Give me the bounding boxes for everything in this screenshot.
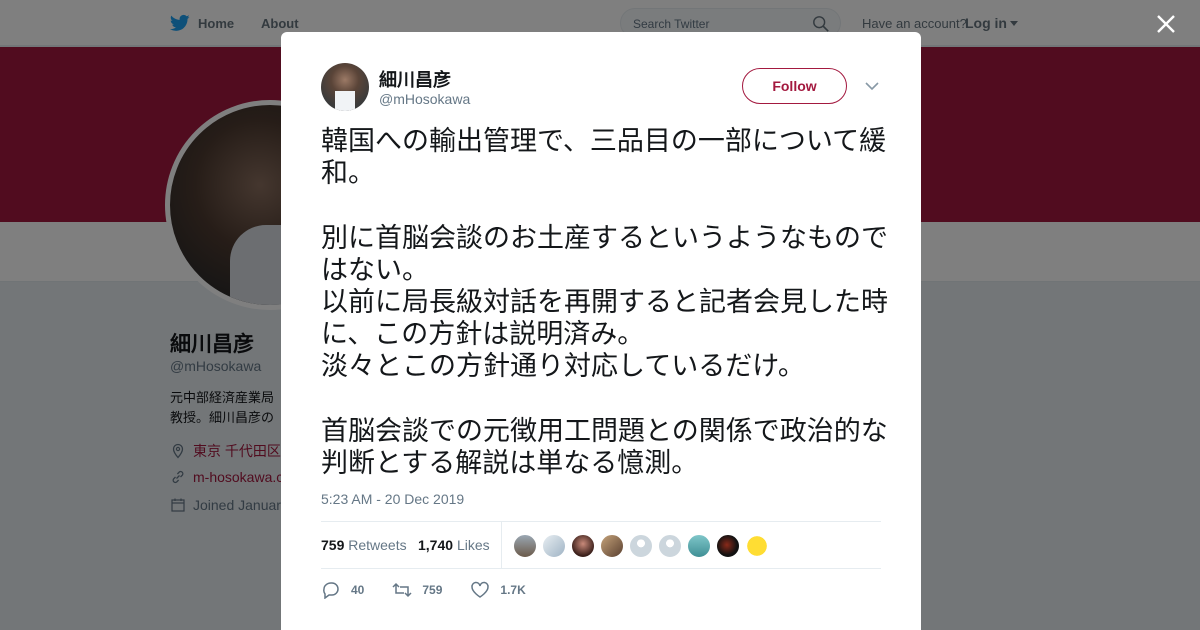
like-button[interactable]: 1.7K	[470, 581, 526, 599]
likes-count: 1,740	[418, 537, 454, 553]
likes-stat[interactable]: 1,740 Likes	[418, 537, 490, 553]
retweet-icon	[392, 582, 412, 598]
reply-count: 40	[351, 583, 365, 597]
liker-avatars	[513, 534, 769, 558]
liker-avatar[interactable]	[571, 534, 595, 558]
retweets-count: 759	[321, 537, 345, 553]
tweet-stats: 759 Retweets 1,740 Likes	[321, 521, 881, 569]
reply-icon	[323, 582, 339, 599]
stats-divider	[501, 522, 502, 569]
tweet-timestamp[interactable]: 5:23 AM - 20 Dec 2019	[321, 491, 464, 507]
reply-button[interactable]: 40	[321, 581, 364, 599]
likes-label: Likes	[456, 537, 490, 553]
follow-button[interactable]: Follow	[742, 68, 847, 104]
liker-avatar[interactable]	[687, 534, 711, 558]
close-icon[interactable]	[1156, 14, 1176, 34]
liker-avatar[interactable]	[629, 534, 653, 558]
tweet-actions: 40 759 1.7K	[321, 581, 554, 599]
heart-icon	[471, 581, 490, 598]
liker-avatar[interactable]	[716, 534, 740, 558]
chevron-down-icon[interactable]	[865, 80, 879, 92]
tweet-modal: 細川昌彦 @mHosokawa Follow 韓国への輸出管理で、三品目の一部に…	[281, 32, 921, 630]
retweet-count: 759	[422, 583, 443, 597]
retweets-label: Retweets	[348, 537, 407, 553]
author-name[interactable]: 細川昌彦	[379, 66, 451, 92]
tweet-text: 韓国への輸出管理で、三品目の一部について緩和。 別に首脳会談のお土産するというよ…	[321, 126, 888, 479]
liker-avatar[interactable]	[658, 534, 682, 558]
liker-avatar[interactable]	[542, 534, 566, 558]
author-handle[interactable]: @mHosokawa	[379, 91, 470, 107]
liker-avatar[interactable]	[513, 534, 537, 558]
liker-avatar[interactable]	[745, 534, 769, 558]
retweets-stat[interactable]: 759 Retweets	[321, 537, 407, 553]
retweet-button[interactable]: 759	[392, 581, 442, 599]
like-count: 1.7K	[500, 583, 526, 597]
liker-avatar[interactable]	[600, 534, 624, 558]
author-avatar[interactable]	[321, 63, 369, 111]
